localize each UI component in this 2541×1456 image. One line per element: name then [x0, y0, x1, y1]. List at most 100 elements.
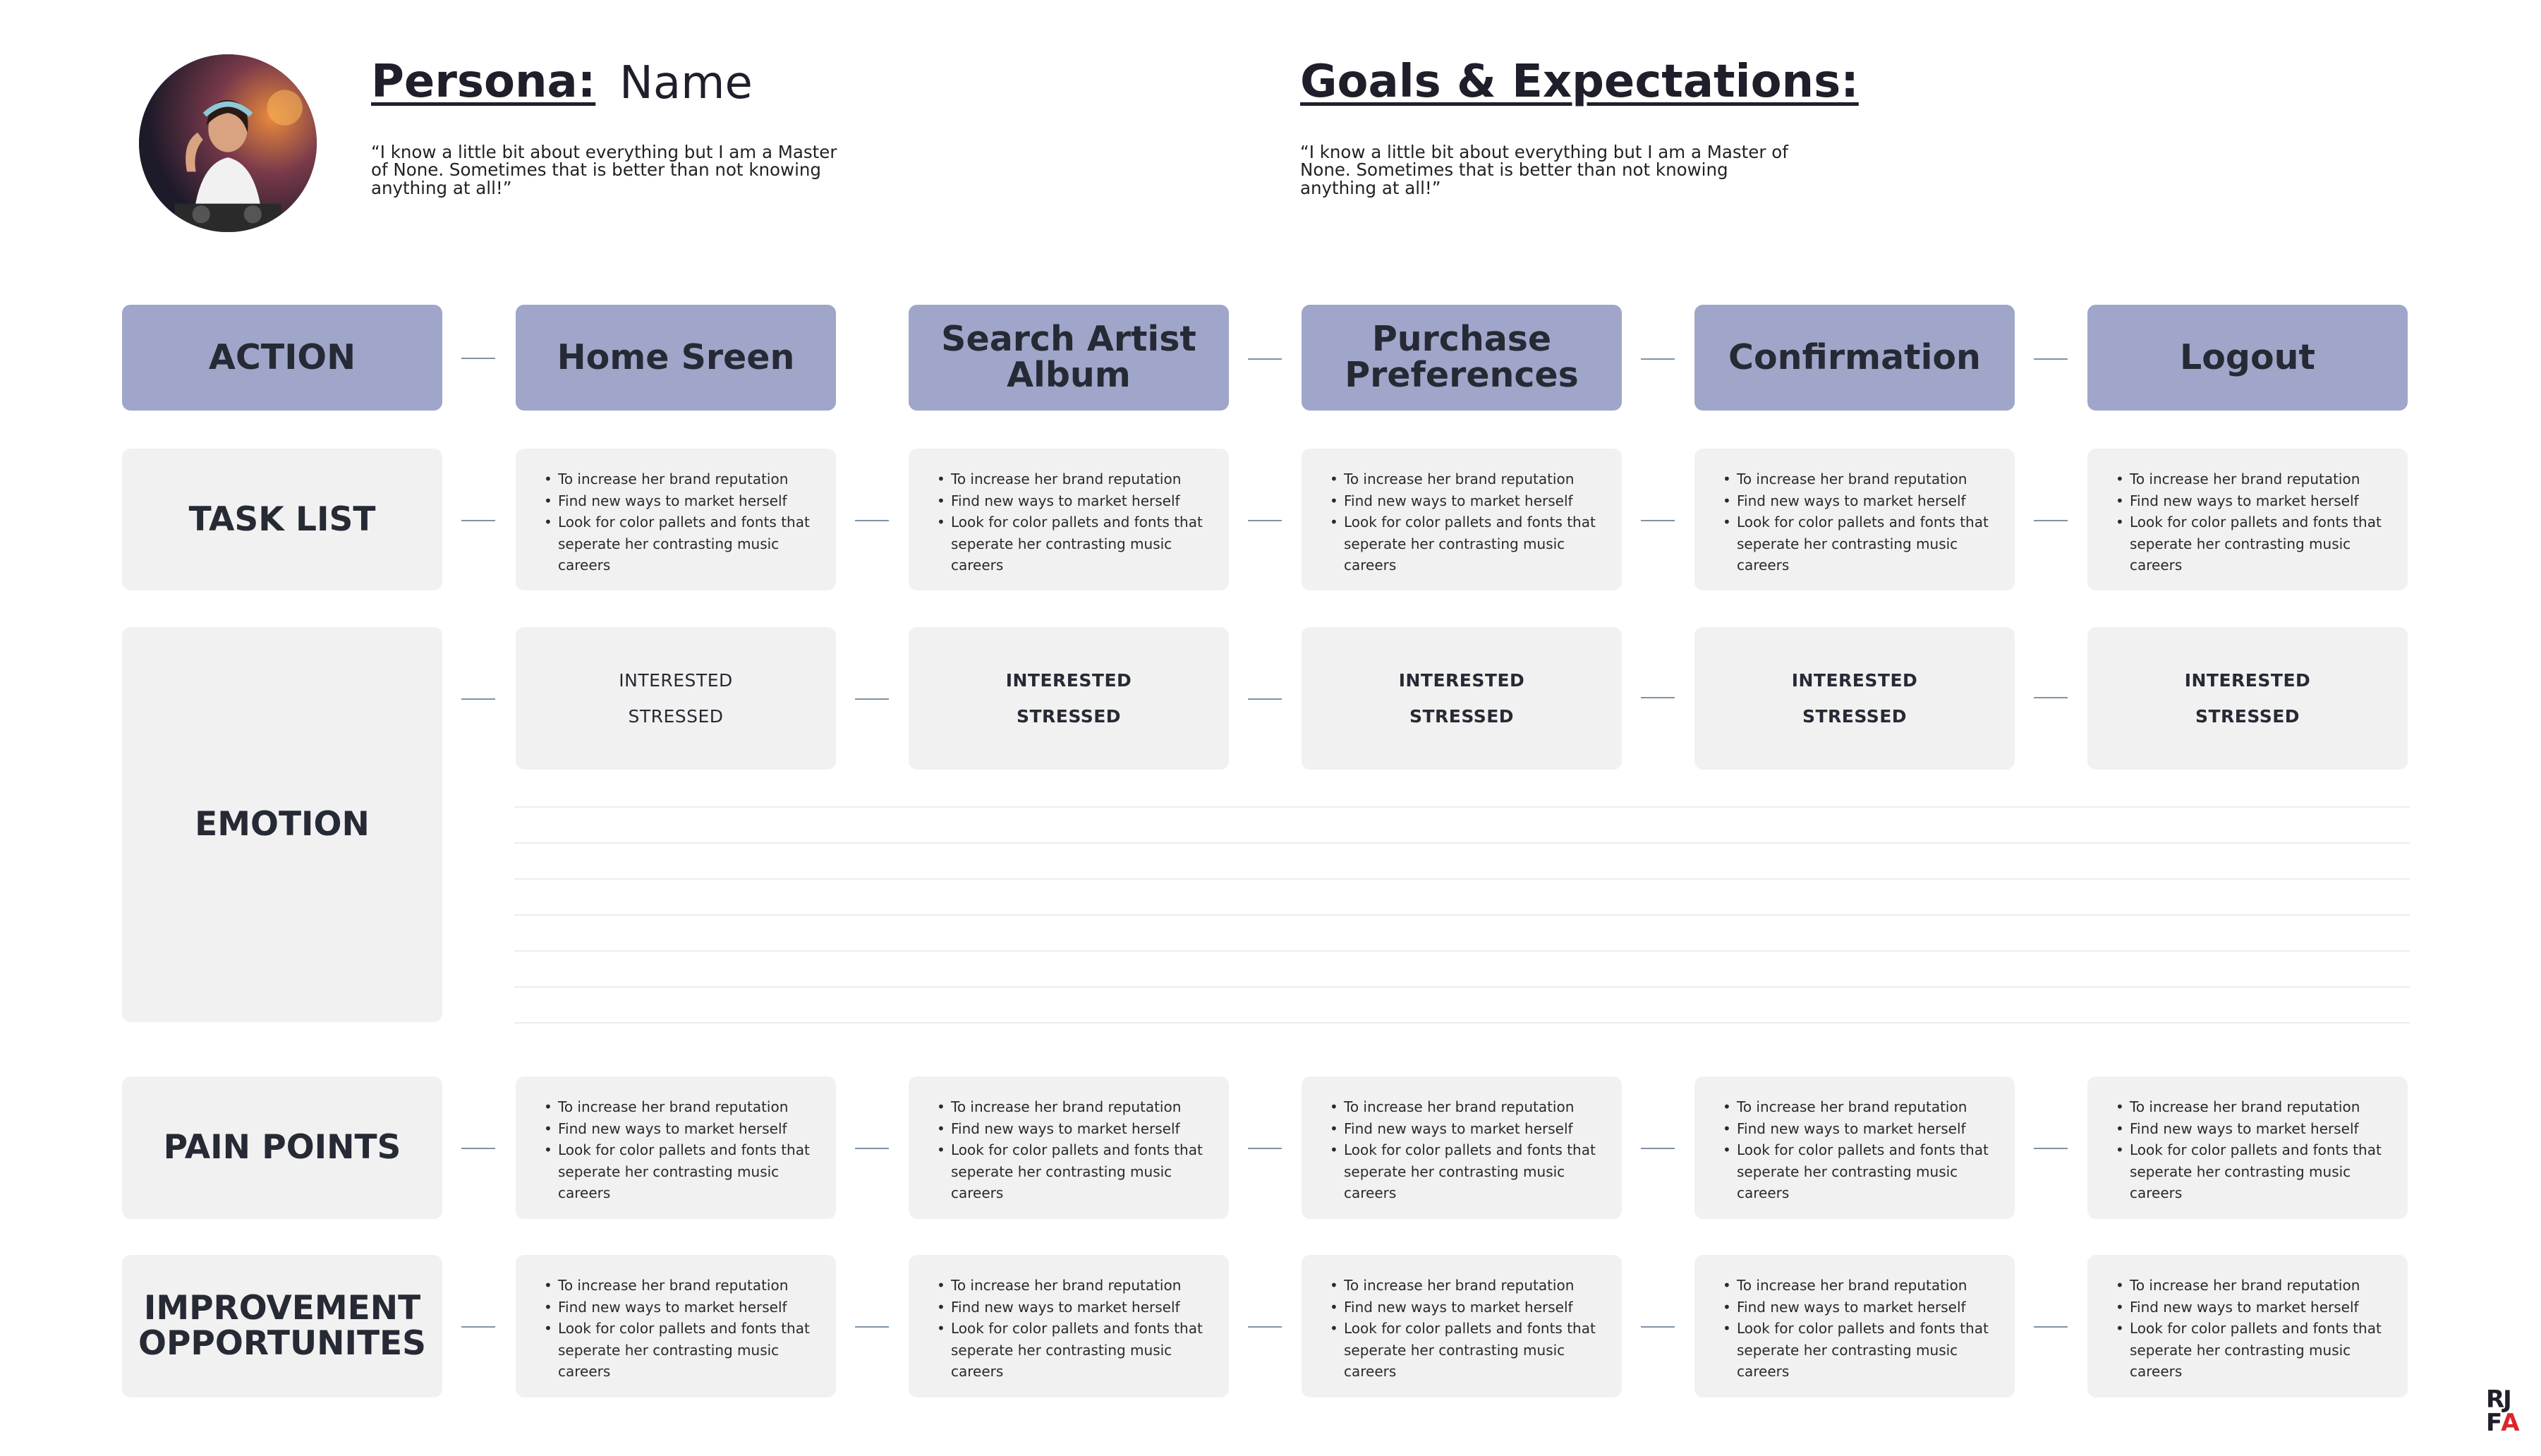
connector [461, 520, 495, 521]
emotion-cell: INTERESTED STRESSED [1302, 627, 1622, 770]
connector [1248, 1148, 1282, 1149]
bullet-item: Find new ways to market herself [1723, 1118, 2002, 1140]
emotion-interested: INTERESTED [2184, 670, 2311, 691]
connector [461, 1148, 495, 1149]
bullet-item: Find new ways to market herself [1330, 490, 1609, 512]
emotion-cell: INTERESTED STRESSED [909, 627, 1229, 770]
pain-cell: To increase her brand reputationFind new… [909, 1076, 1229, 1219]
bullet-item: To increase her brand reputation [1723, 1096, 2002, 1118]
bullet-item: Find new ways to market herself [937, 1297, 1216, 1318]
bullet-item: Look for color pallets and fonts that se… [2116, 1318, 2395, 1383]
connector [1641, 1326, 1675, 1328]
connector [1641, 697, 1675, 698]
persona-label: Persona: [371, 56, 596, 108]
emotion-grid-line [514, 1022, 2410, 1024]
row-label-task-list: TASK LIST [122, 449, 442, 590]
bullet-item: To increase her brand reputation [1330, 468, 1609, 490]
emotion-stressed: STRESSED [1016, 706, 1122, 727]
bullet-item: To increase her brand reputation [2116, 468, 2395, 490]
bullet-item: Find new ways to market herself [937, 1118, 1216, 1140]
task-cell: To increase her brand reputationFind new… [2087, 449, 2408, 590]
logo-bottom: FA [2486, 1409, 2520, 1438]
bullet-item: Find new ways to market herself [937, 490, 1216, 512]
bullet-item: Look for color pallets and fonts that se… [544, 1318, 823, 1383]
stage-header-confirmation: Confirmation [1694, 305, 2015, 411]
connector [1641, 520, 1675, 521]
row-label-action: ACTION [122, 305, 442, 411]
bullet-item: Find new ways to market herself [2116, 490, 2395, 512]
emotion-cell: INTERESTED STRESSED [1694, 627, 2015, 770]
connector [1641, 1148, 1675, 1149]
task-cell: To increase her brand reputationFind new… [1302, 449, 1622, 590]
improvement-cell: To increase her brand reputationFind new… [1302, 1255, 1622, 1397]
connector [2034, 1326, 2068, 1328]
bullet-item: To increase her brand reputation [1723, 468, 2002, 490]
emotion-grid-line [514, 842, 2410, 844]
improvement-cell: To increase her brand reputationFind new… [909, 1255, 1229, 1397]
stage-header-home: Home Sreen [516, 305, 836, 411]
connector [461, 358, 495, 359]
bullet-item: To increase her brand reputation [544, 1275, 823, 1297]
connector [1248, 1326, 1282, 1328]
bullet-item: To increase her brand reputation [937, 468, 1216, 490]
emotion-grid-line [514, 878, 2410, 880]
connector [855, 698, 889, 700]
bullet-item: To increase her brand reputation [937, 1096, 1216, 1118]
stage-header-search: Search Artist Album [909, 305, 1229, 411]
bullet-item: Find new ways to market herself [1330, 1118, 1609, 1140]
emotion-stressed: STRESSED [1802, 706, 1908, 727]
emotion-grid-line [514, 806, 2410, 808]
bullet-item: Find new ways to market herself [544, 1297, 823, 1318]
pain-cell: To increase her brand reputationFind new… [1302, 1076, 1622, 1219]
connector [855, 520, 889, 521]
goals-quote: “I know a little bit about everything bu… [1300, 142, 1788, 198]
stage-header-purchase: Purchase Preferences [1302, 305, 1622, 411]
connector [1248, 520, 1282, 521]
row-label-emotion: EMOTION [122, 627, 442, 1022]
goals-label: Goals & Expectations: [1300, 56, 1859, 108]
bullet-item: Look for color pallets and fonts that se… [937, 1139, 1216, 1204]
connector [1248, 358, 1282, 360]
task-cell: To increase her brand reputationFind new… [516, 449, 836, 590]
emotion-grid-line [514, 914, 2410, 916]
improvement-cell: To increase her brand reputationFind new… [2087, 1255, 2408, 1397]
bullet-item: Look for color pallets and fonts that se… [544, 511, 823, 576]
stage-header-logout: Logout [2087, 305, 2408, 411]
connector [2034, 697, 2068, 698]
bullet-item: To increase her brand reputation [1330, 1096, 1609, 1118]
task-cell: To increase her brand reputationFind new… [1694, 449, 2015, 590]
pain-cell: To increase her brand reputationFind new… [516, 1076, 836, 1219]
emotion-interested: INTERESTED [1005, 670, 1132, 691]
persona-quote: “I know a little bit about everything bu… [371, 142, 837, 198]
emotion-stressed: STRESSED [2195, 706, 2300, 727]
bullet-item: Look for color pallets and fonts that se… [2116, 511, 2395, 576]
emotion-cell: INTERESTED STRESSED [2087, 627, 2408, 770]
connector [1641, 358, 1675, 360]
bullet-item: Look for color pallets and fonts that se… [937, 1318, 1216, 1383]
improvement-cell: To increase her brand reputationFind new… [516, 1255, 836, 1397]
emotion-grid-line [514, 950, 2410, 952]
emotion-stressed: STRESSED [628, 706, 724, 727]
bullet-item: Look for color pallets and fonts that se… [1723, 1139, 2002, 1204]
emotion-interested: INTERESTED [1791, 670, 1918, 691]
bullet-item: Find new ways to market herself [544, 490, 823, 512]
bullet-item: To increase her brand reputation [2116, 1096, 2395, 1118]
bullet-item: Look for color pallets and fonts that se… [1330, 1318, 1609, 1383]
connector [855, 1148, 889, 1149]
connector [461, 698, 495, 700]
persona-name: Name [619, 57, 753, 109]
connector [461, 1326, 495, 1328]
connector [2034, 1148, 2068, 1149]
emotion-stressed: STRESSED [1409, 706, 1515, 727]
bullet-item: Look for color pallets and fonts that se… [937, 511, 1216, 576]
emotion-interested: INTERESTED [619, 670, 733, 691]
row-label-improvement: IMPROVEMENT OPPORTUNITES [122, 1255, 442, 1397]
bullet-item: To increase her brand reputation [544, 1096, 823, 1118]
bullet-item: Find new ways to market herself [1723, 1297, 2002, 1318]
bullet-item: To increase her brand reputation [1330, 1275, 1609, 1297]
bullet-item: Find new ways to market herself [1330, 1297, 1609, 1318]
bullet-item: Look for color pallets and fonts that se… [1723, 1318, 2002, 1383]
bullet-item: Find new ways to market herself [1723, 490, 2002, 512]
bullet-item: Look for color pallets and fonts that se… [544, 1139, 823, 1204]
improvement-cell: To increase her brand reputationFind new… [1694, 1255, 2015, 1397]
